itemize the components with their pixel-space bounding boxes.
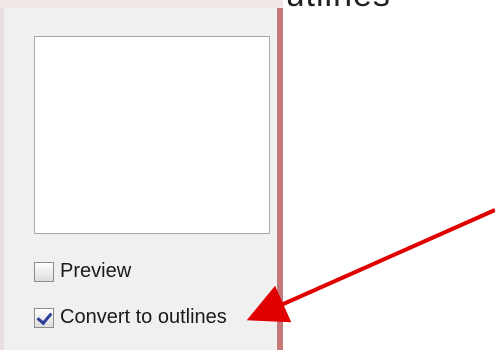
dialog-top-edge xyxy=(0,0,283,8)
convert-to-outlines-option[interactable]: Convert to outlines xyxy=(34,306,227,329)
convert-to-outlines-label: Convert to outlines xyxy=(60,306,227,328)
preview-option[interactable]: Preview xyxy=(34,260,131,283)
preview-area xyxy=(34,36,270,234)
red-arrow-icon xyxy=(246,208,495,323)
dialog-edge xyxy=(0,0,4,350)
convert-to-outlines-checkbox[interactable] xyxy=(34,307,54,328)
preview-checkbox[interactable] xyxy=(34,261,54,282)
preview-label: Preview xyxy=(60,260,132,282)
